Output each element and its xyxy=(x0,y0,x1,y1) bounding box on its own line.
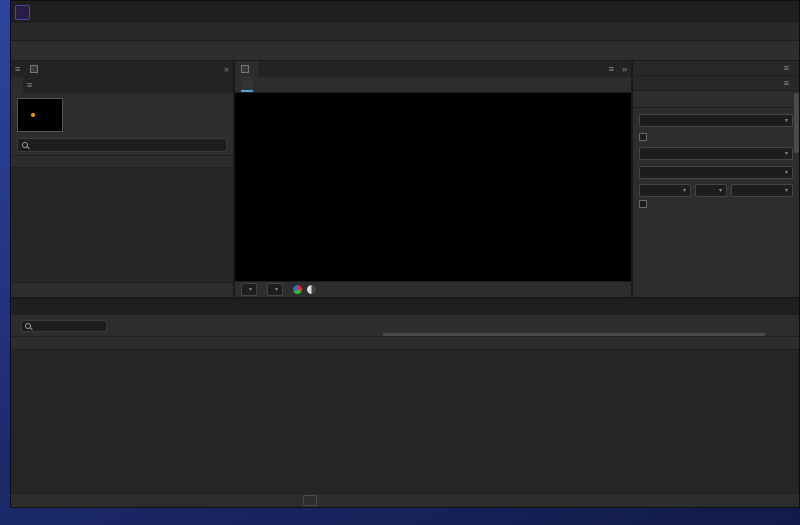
range-dropdown[interactable]: ▾ xyxy=(639,147,793,160)
time-ruler[interactable] xyxy=(381,315,799,336)
timeline-column-headers xyxy=(11,337,799,350)
caret-down-icon: ▾ xyxy=(785,187,788,194)
timeline-columns-left xyxy=(11,337,381,349)
tab-overflow-icon[interactable]: » xyxy=(220,61,233,77)
timeline-rows xyxy=(11,350,799,493)
skip-dropdown[interactable]: ▾ xyxy=(695,184,727,197)
checkbox-icon xyxy=(639,133,647,141)
preview-settings: ▾ ▾ ▾ xyxy=(633,108,799,297)
comp-panel-tab-row: ≡ » xyxy=(235,61,631,77)
left-panel-tab-row-2: ≡ xyxy=(11,77,233,93)
caret-down-icon: ▾ xyxy=(719,187,722,194)
caret-down-icon: ▾ xyxy=(785,169,788,176)
timeline-header xyxy=(11,315,799,337)
project-panel-footer xyxy=(11,282,233,297)
preview-panel: ≡ ≡ ▾ xyxy=(633,61,799,297)
framerate-dropdown[interactable]: ▾ xyxy=(639,184,691,197)
audio-panel-header[interactable]: ≡ xyxy=(633,61,799,76)
panel-menu-icon[interactable]: ≡ xyxy=(780,63,793,73)
caret-down-icon: ▾ xyxy=(785,150,788,157)
scrollbar[interactable] xyxy=(794,93,799,153)
magnification-dropdown[interactable]: ▾ xyxy=(241,283,257,296)
switches-modes-toggle[interactable] xyxy=(303,495,317,506)
workspace: ≡ » ≡ xyxy=(11,61,799,297)
desktop: ≡ » ≡ xyxy=(0,0,800,525)
caret-down-icon: ▾ xyxy=(275,286,278,293)
after-effects-window: ≡ » ≡ xyxy=(10,0,800,508)
timeline-header-left xyxy=(11,315,381,336)
panel-menu-icon[interactable]: ≡ xyxy=(605,61,618,77)
cache-before-playback-checkbox[interactable] xyxy=(639,133,793,141)
play-from-dropdown[interactable]: ▾ xyxy=(639,166,793,179)
exposure-icon[interactable] xyxy=(307,285,316,294)
panel-menu-icon[interactable]: ≡ xyxy=(11,61,24,77)
work-area-bar[interactable] xyxy=(383,333,765,336)
shortcut-dropdown[interactable]: ▾ xyxy=(639,114,793,127)
timeline-columns-right xyxy=(381,337,799,349)
app-icon xyxy=(15,5,30,20)
project-panel: ≡ » ≡ xyxy=(11,61,233,297)
caret-down-icon: ▾ xyxy=(785,117,788,124)
comp-navigator-row xyxy=(235,77,631,93)
rgb-channels-icon[interactable] xyxy=(293,285,302,294)
left-panel-tab-row-1: ≡ » xyxy=(11,61,233,77)
preview-panel-header[interactable]: ≡ xyxy=(633,76,799,91)
tab-overflow-icon[interactable]: » xyxy=(618,61,631,77)
resolution-dropdown[interactable]: ▾ xyxy=(731,184,793,197)
thumbnail-dot xyxy=(31,113,35,117)
menu-bar xyxy=(11,23,799,41)
panel-menu-icon[interactable]: ≡ xyxy=(23,77,36,93)
footage-thumbnail xyxy=(17,98,63,132)
checkbox-icon xyxy=(639,200,647,208)
timeline-footer xyxy=(11,493,799,507)
tab-project[interactable] xyxy=(11,77,23,93)
fullscreen-checkbox[interactable] xyxy=(639,200,793,208)
caret-down-icon: ▾ xyxy=(249,286,252,293)
search-icon xyxy=(22,142,28,148)
tab-effect-controls[interactable] xyxy=(24,61,47,77)
composition-panel: ≡ » ▾ ▾ xyxy=(235,61,631,297)
tab-composition[interactable] xyxy=(235,61,258,77)
search-icon xyxy=(25,323,31,329)
project-item-preview xyxy=(11,93,233,137)
timeline-search-input[interactable] xyxy=(34,322,103,329)
panel-menu-icon[interactable]: ≡ xyxy=(780,78,793,88)
title-bar xyxy=(11,1,799,23)
project-item-list xyxy=(11,168,233,282)
transport-controls xyxy=(633,91,799,108)
project-search[interactable] xyxy=(17,138,227,152)
project-search-input[interactable] xyxy=(32,141,222,150)
panel-icon xyxy=(30,65,38,73)
comp-bottom-toolbar: ▾ ▾ xyxy=(235,281,631,297)
composition-viewport[interactable] xyxy=(235,93,631,281)
timeline-tab-row xyxy=(11,299,799,315)
framerate-skip-resolution: ▾ ▾ ▾ xyxy=(639,182,793,197)
view-options-dropdown[interactable]: ▾ xyxy=(267,283,283,296)
timeline-panel xyxy=(11,299,799,507)
caret-down-icon: ▾ xyxy=(683,187,686,194)
project-table-header xyxy=(11,155,233,168)
panel-icon xyxy=(241,65,249,73)
toolbar xyxy=(11,41,799,61)
comp-navigator-chip[interactable] xyxy=(241,77,253,92)
timeline-search[interactable] xyxy=(21,320,107,332)
